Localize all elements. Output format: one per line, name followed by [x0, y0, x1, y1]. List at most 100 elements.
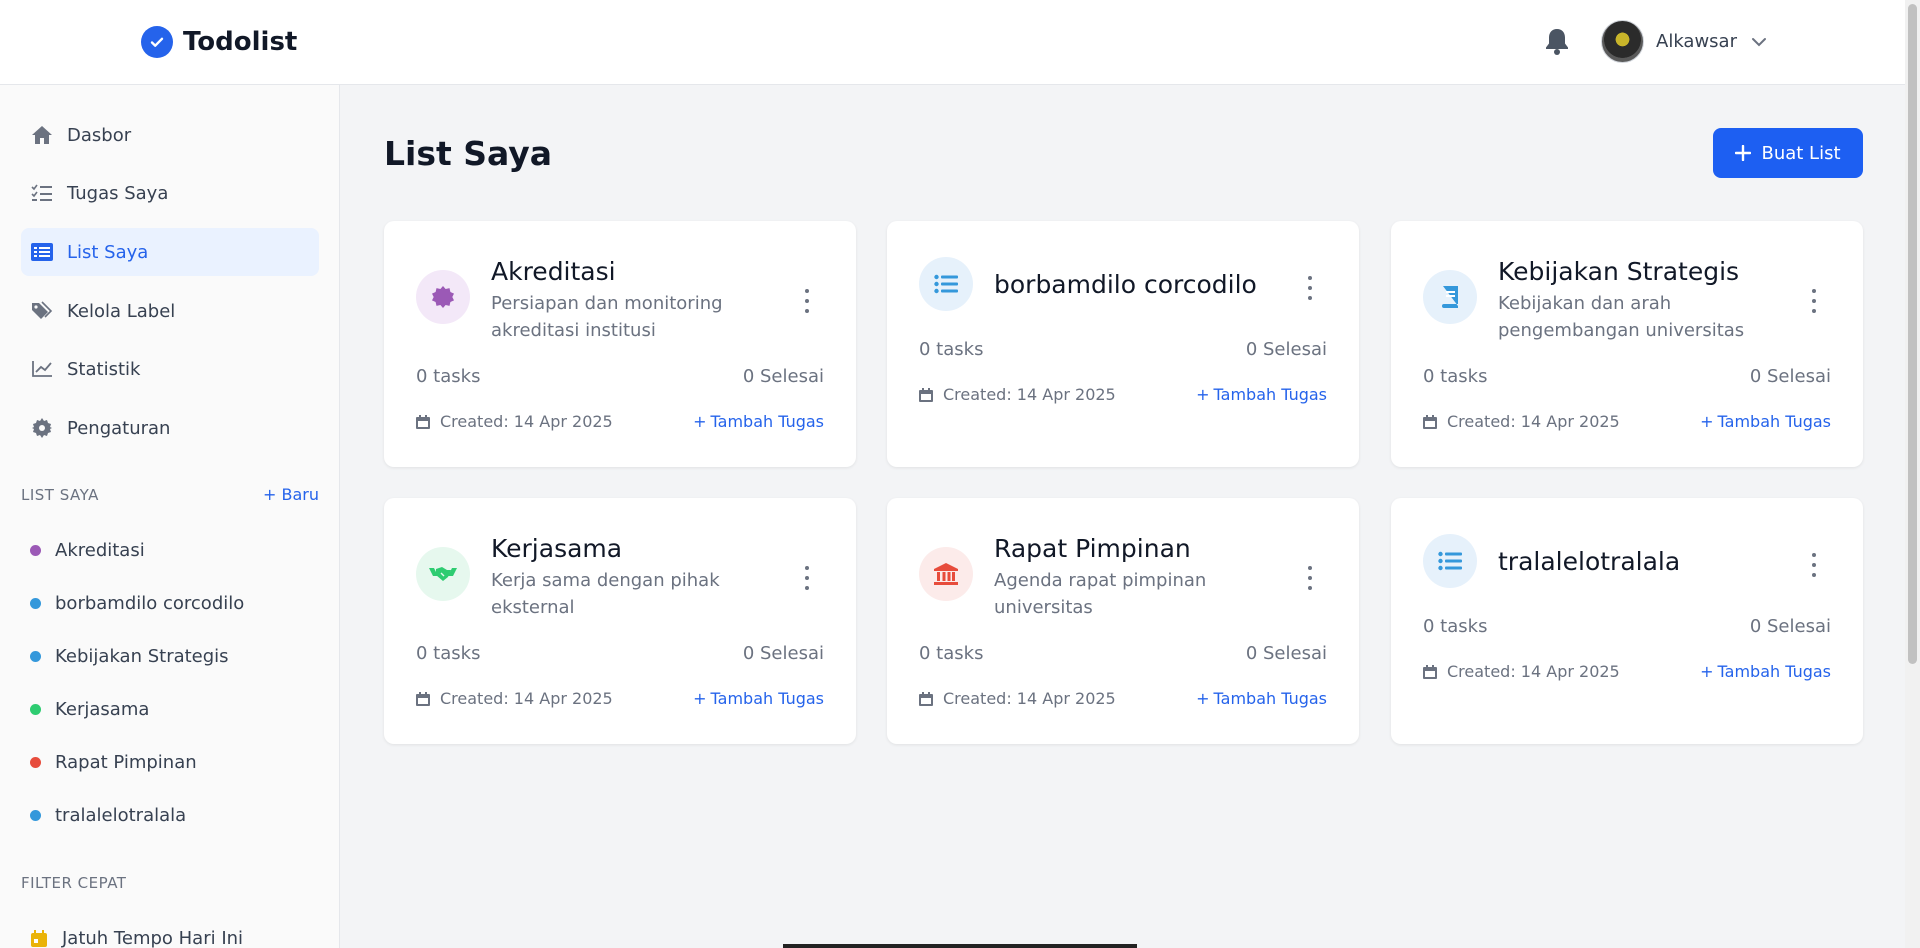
- calendar-icon: [416, 691, 430, 706]
- plus-icon: +: [263, 485, 277, 504]
- sidebar-item-pengaturan[interactable]: Pengaturan: [21, 404, 319, 452]
- card-title[interactable]: borbamdilo corcodilo: [994, 270, 1257, 299]
- add-task-button[interactable]: + Tambah Tugas: [693, 412, 824, 431]
- created-label: Created: 14 Apr 2025: [440, 689, 613, 708]
- card-title[interactable]: Kebijakan Strategis: [1498, 257, 1739, 286]
- plus-icon: +: [1196, 385, 1210, 404]
- quick-filter-item[interactable]: Jatuh Tempo Hari Ini: [30, 928, 243, 948]
- color-dot: [30, 651, 41, 662]
- card-title[interactable]: Kerjasama: [491, 534, 622, 563]
- card-description: Persiapan dan monitoring akreditasi inst…: [491, 293, 723, 341]
- sidebar-item-label: Kelola Label: [67, 300, 176, 322]
- scrollbar-thumb[interactable]: [1908, 4, 1917, 664]
- sidebar-list-label: Kerjasama: [55, 699, 150, 720]
- sidebar-list-item[interactable]: tralalelotralala: [30, 805, 186, 826]
- created-date: Created: 14 Apr 2025: [919, 385, 1116, 404]
- list-card[interactable]: Rapat Pimpinan Agenda rapat pimpinan uni…: [887, 498, 1359, 744]
- add-task-button[interactable]: + Tambah Tugas: [693, 689, 824, 708]
- add-task-button[interactable]: + Tambah Tugas: [1700, 412, 1831, 431]
- new-list-link[interactable]: + Baru: [263, 485, 319, 504]
- sidebar-list-label: Kebijakan Strategis: [55, 646, 229, 667]
- gear-icon: [31, 417, 53, 439]
- list-card[interactable]: Kerjasama Kerja sama dengan pihak ekster…: [384, 498, 856, 744]
- card-description: Kerja sama dengan pihak eksternal: [491, 570, 720, 618]
- sidebar-item-dasbor[interactable]: Dasbor: [21, 111, 319, 159]
- task-count: 0 tasks: [1423, 616, 1488, 637]
- list-icon: [919, 257, 973, 311]
- card-title[interactable]: Rapat Pimpinan: [994, 534, 1191, 563]
- sidebar-item-label: List Saya: [67, 241, 149, 263]
- more-options-icon[interactable]: [802, 566, 812, 590]
- brand[interactable]: Todolist: [141, 26, 297, 58]
- more-options-icon[interactable]: [1809, 553, 1819, 577]
- sidebar-list-item[interactable]: Akreditasi: [30, 540, 145, 561]
- list-card[interactable]: tralalelotralala 0 tasks 0 Selesai Creat…: [1391, 498, 1863, 744]
- add-task-label: Tambah Tugas: [710, 412, 824, 431]
- more-options-icon[interactable]: [1305, 276, 1315, 300]
- task-count: 0 tasks: [416, 643, 481, 664]
- plus-icon: +: [1700, 412, 1714, 431]
- created-date: Created: 14 Apr 2025: [1423, 662, 1620, 681]
- created-date: Created: 14 Apr 2025: [416, 412, 613, 431]
- done-count: 0 Selesai: [742, 366, 824, 387]
- sidebar-list-item[interactable]: borbamdilo corcodilo: [30, 593, 244, 614]
- color-dot: [30, 704, 41, 715]
- user-menu[interactable]: Alkawsar: [1601, 20, 1769, 63]
- sidebar-item-statistik[interactable]: Statistik: [21, 345, 319, 393]
- more-options-icon[interactable]: [802, 289, 812, 313]
- sidebar-item-kelola-label[interactable]: Kelola Label: [21, 287, 319, 335]
- create-list-label: Buat List: [1761, 142, 1841, 164]
- more-options-icon[interactable]: [1305, 566, 1315, 590]
- calendar-icon: [30, 929, 48, 948]
- add-task-button[interactable]: + Tambah Tugas: [1196, 385, 1327, 404]
- sidebar: Dasbor Tugas Saya List Saya Kelola Label…: [0, 85, 340, 948]
- card-title[interactable]: Akreditasi: [491, 257, 616, 286]
- task-count: 0 tasks: [1423, 366, 1488, 387]
- top-header: Todolist Alkawsar: [0, 0, 1905, 85]
- color-dot: [30, 757, 41, 768]
- add-task-label: Tambah Tugas: [1213, 689, 1327, 708]
- quick-filter-title: FILTER CEPAT: [21, 874, 127, 892]
- task-count: 0 tasks: [919, 339, 984, 360]
- sidebar-list-item[interactable]: Kebijakan Strategis: [30, 646, 229, 667]
- done-count: 0 Selesai: [742, 643, 824, 664]
- calendar-icon: [416, 414, 430, 429]
- done-count: 0 Selesai: [1749, 616, 1831, 637]
- sidebar-list-item[interactable]: Rapat Pimpinan: [30, 752, 197, 773]
- task-count: 0 tasks: [919, 643, 984, 664]
- sidebar-list-item[interactable]: Kerjasama: [30, 699, 149, 720]
- check-circle-icon: [141, 26, 173, 58]
- sidebar-list-label: borbamdilo corcodilo: [55, 593, 245, 614]
- more-options-icon[interactable]: [1809, 289, 1819, 313]
- calendar-icon: [1423, 664, 1437, 679]
- list-icon: [31, 241, 53, 263]
- sidebar-item-label: Dasbor: [67, 124, 132, 146]
- list-section-title: LIST SAYA: [21, 486, 99, 504]
- add-task-button[interactable]: + Tambah Tugas: [1196, 689, 1327, 708]
- book-icon: [1423, 270, 1477, 324]
- list-card[interactable]: Kebijakan Strategis Kebijakan dan arah p…: [1391, 221, 1863, 467]
- page-title: List Saya: [384, 134, 553, 173]
- sidebar-item-label: Statistik: [67, 358, 141, 380]
- add-task-button[interactable]: + Tambah Tugas: [1700, 662, 1831, 681]
- done-count: 0 Selesai: [1245, 339, 1327, 360]
- sidebar-item-list-saya[interactable]: List Saya: [21, 228, 319, 276]
- sidebar-item-label: Pengaturan: [67, 417, 171, 439]
- list-card[interactable]: Akreditasi Persiapan dan monitoring akre…: [384, 221, 856, 467]
- card-title[interactable]: tralalelotralala: [1498, 547, 1680, 576]
- user-name: Alkawsar: [1656, 31, 1737, 52]
- sidebar-item-tugas-saya[interactable]: Tugas Saya: [21, 169, 319, 217]
- add-task-label: Tambah Tugas: [1213, 385, 1327, 404]
- bell-icon[interactable]: [1543, 26, 1571, 56]
- certificate-icon: [416, 270, 470, 324]
- plus-icon: +: [1196, 689, 1210, 708]
- list-card[interactable]: borbamdilo corcodilo 0 tasks 0 Selesai C…: [887, 221, 1359, 467]
- app-title: Todolist: [183, 27, 298, 57]
- created-date: Created: 14 Apr 2025: [416, 689, 613, 708]
- tags-icon: [31, 300, 53, 322]
- new-list-label: Baru: [281, 485, 320, 504]
- card-description: Agenda rapat pimpinan universitas: [994, 570, 1207, 618]
- vertical-scrollbar[interactable]: [1905, 0, 1920, 948]
- calendar-icon: [1423, 414, 1437, 429]
- create-list-button[interactable]: Buat List: [1713, 128, 1863, 178]
